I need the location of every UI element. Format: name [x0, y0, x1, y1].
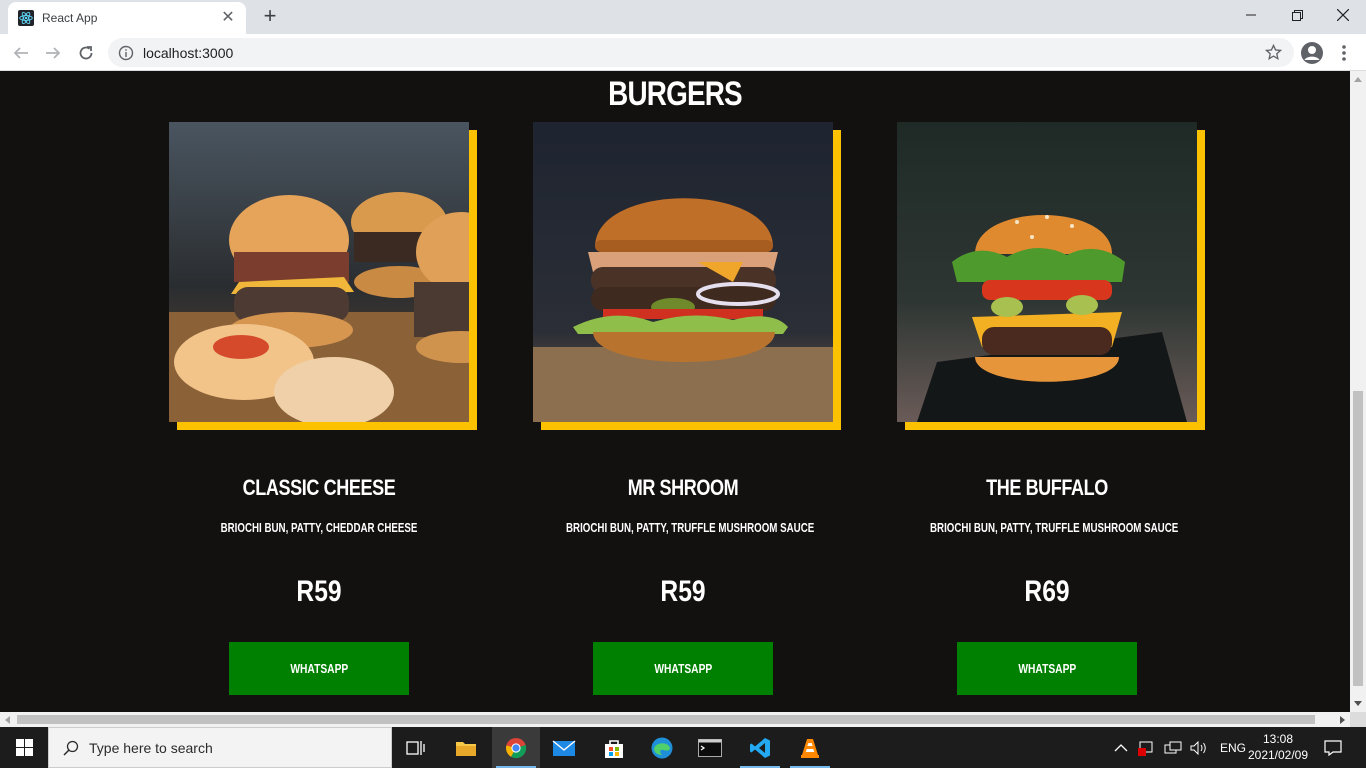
url-text: localhost:3000 — [143, 44, 234, 61]
chrome-icon — [506, 737, 527, 758]
more-menu-icon[interactable] — [1336, 43, 1352, 63]
page-viewport: BURGERS CLASSIC CHEESE BRIOCHI BUN, PATT… — [0, 71, 1350, 712]
profile-avatar-icon[interactable] — [1300, 41, 1324, 65]
edge-icon — [651, 737, 673, 758]
burger-photo — [169, 122, 469, 422]
update-notification-icon[interactable] — [1138, 740, 1156, 756]
scroll-left-arrow-icon[interactable] — [5, 716, 10, 724]
tab-title: React App — [42, 11, 98, 25]
burger-image — [169, 122, 469, 422]
new-tab-button[interactable]: + — [258, 5, 282, 29]
task-view-icon — [406, 740, 425, 755]
bookmark-star-icon[interactable] — [1265, 44, 1282, 61]
restore-button[interactable] — [1274, 0, 1320, 30]
burger-image — [533, 122, 833, 422]
minimize-icon — [1246, 14, 1256, 16]
burger-photo — [533, 122, 833, 422]
menu-card: MR SHROOM BRIOCHI BUN, PATTY, TRUFFLE MU… — [533, 71, 853, 712]
file-explorer-button[interactable] — [442, 727, 490, 768]
item-description: BRIOCHI BUN, PATTY, TRUFFLE MUSHROOM SAU… — [566, 521, 815, 535]
scrollbar-corner — [1350, 712, 1366, 727]
item-price: R59 — [660, 575, 706, 608]
close-icon — [1337, 9, 1349, 21]
item-price: R59 — [296, 575, 342, 608]
menu-card: THE BUFFALO BRIOCHI BUN, PATTY, TRUFFLE … — [897, 71, 1217, 712]
store-button[interactable] — [590, 727, 638, 768]
whatsapp-button[interactable]: WHATSAPP — [229, 642, 409, 695]
tab-close-icon[interactable]: ✕ — [220, 10, 236, 26]
item-name: MR SHROOM — [627, 475, 739, 500]
whatsapp-button-label: WHATSAPP — [1018, 661, 1076, 676]
burger-photo — [897, 122, 1197, 422]
vscode-button[interactable] — [736, 727, 784, 768]
minimize-button[interactable] — [1228, 0, 1274, 30]
volume-icon[interactable] — [1190, 740, 1208, 755]
reload-icon — [79, 46, 93, 60]
search-icon — [63, 740, 79, 756]
item-name: CLASSIC CHEESE — [242, 475, 396, 500]
clock-time: 13:08 — [1262, 732, 1294, 746]
item-description: BRIOCHI BUN, PATTY, CHEDDAR CHEESE — [220, 521, 418, 535]
info-icon[interactable] — [118, 45, 134, 61]
scroll-right-arrow-icon[interactable] — [1340, 716, 1345, 724]
item-name: THE BUFFALO — [986, 475, 1108, 500]
whatsapp-button-label: WHATSAPP — [654, 661, 712, 676]
browser-tab[interactable]: React App ✕ — [8, 2, 246, 34]
whatsapp-button-label: WHATSAPP — [290, 661, 348, 676]
taskbar-clock[interactable]: 13:08 2021/02/09 — [1246, 731, 1310, 763]
folder-icon — [456, 741, 476, 756]
forward-button[interactable] — [40, 40, 66, 66]
system-tray: ENG — [1114, 727, 1246, 768]
whatsapp-button[interactable]: WHATSAPP — [957, 642, 1137, 695]
whatsapp-button[interactable]: WHATSAPP — [593, 642, 773, 695]
burger-image — [897, 122, 1197, 422]
close-window-button[interactable] — [1320, 0, 1366, 30]
windows-logo-icon — [15, 739, 33, 756]
taskbar-search-box[interactable]: Type here to search — [48, 727, 392, 768]
arrow-left-icon — [13, 47, 28, 59]
search-placeholder: Type here to search — [89, 739, 213, 756]
windows-taskbar: Type here to search ENG 13:08 2021/02/09 — [0, 727, 1366, 768]
notification-icon — [1324, 739, 1342, 756]
address-bar[interactable]: localhost:3000 — [108, 38, 1294, 67]
back-button[interactable] — [8, 40, 34, 66]
mail-icon — [552, 739, 576, 756]
photo-frame — [533, 122, 841, 430]
chevron-up-icon[interactable] — [1114, 743, 1128, 753]
vertical-scrollbar[interactable] — [1350, 71, 1366, 712]
browser-toolbar: localhost:3000 — [0, 34, 1366, 71]
item-description: BRIOCHI BUN, PATTY, TRUFFLE MUSHROOM SAU… — [930, 521, 1179, 535]
browser-tabstrip: React App ✕ + — [0, 0, 1366, 34]
mail-button[interactable] — [540, 727, 588, 768]
start-button[interactable] — [0, 727, 48, 768]
arrow-right-icon — [46, 47, 61, 59]
store-bag-icon — [605, 739, 623, 758]
input-language[interactable]: ENG — [1220, 741, 1246, 755]
terminal-button[interactable] — [686, 727, 734, 768]
vlc-cone-icon — [801, 738, 819, 758]
react-logo-icon — [18, 10, 34, 26]
item-price: R69 — [1024, 575, 1070, 608]
vlc-button[interactable] — [786, 727, 834, 768]
terminal-icon — [698, 738, 722, 757]
vscode-icon — [750, 737, 770, 758]
horizontal-scrollbar[interactable] — [0, 712, 1350, 727]
menu-card: CLASSIC CHEESE BRIOCHI BUN, PATTY, CHEDD… — [169, 71, 489, 712]
restore-icon — [1291, 9, 1303, 21]
clock-date: 2021/02/09 — [1247, 748, 1309, 762]
chrome-button[interactable] — [492, 727, 540, 768]
photo-frame — [169, 122, 477, 430]
reload-button[interactable] — [73, 40, 99, 66]
horizontal-scroll-thumb[interactable] — [17, 715, 1315, 724]
action-center-button[interactable] — [1310, 727, 1356, 768]
task-view-button[interactable] — [392, 727, 440, 768]
scroll-down-arrow-icon[interactable] — [1354, 701, 1362, 706]
vertical-scroll-thumb[interactable] — [1353, 391, 1363, 686]
edge-button[interactable] — [638, 727, 686, 768]
network-icon[interactable] — [1164, 741, 1182, 755]
photo-frame — [897, 122, 1205, 430]
scroll-up-arrow-icon[interactable] — [1354, 77, 1362, 82]
